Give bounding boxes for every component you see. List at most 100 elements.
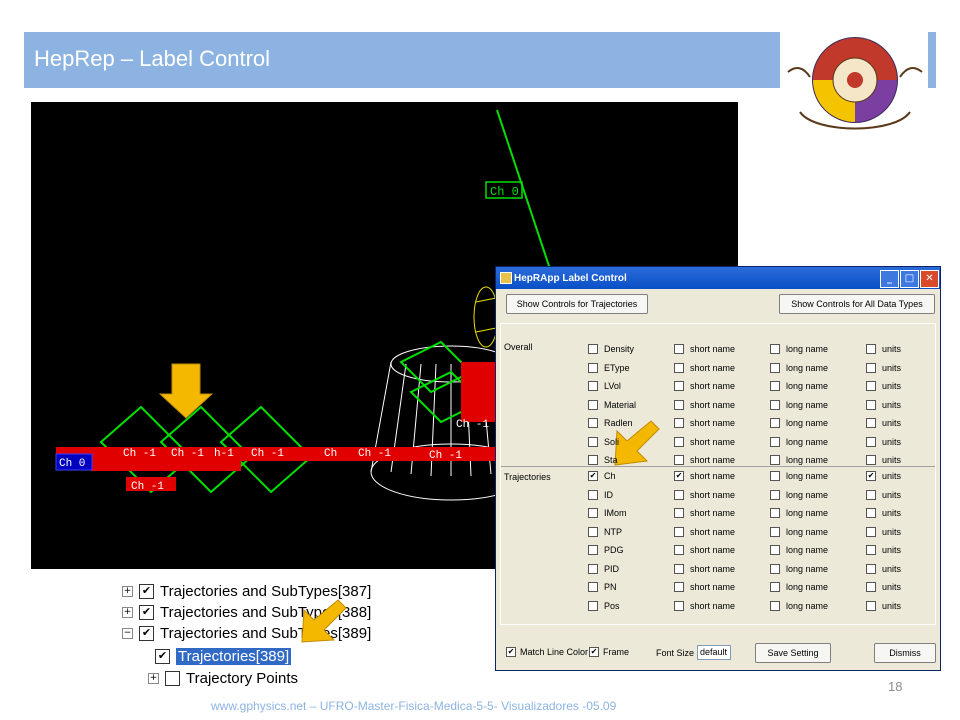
checkbox[interactable] [588,600,598,611]
label-format-option[interactable]: long name [770,545,828,555]
tree-row-label[interactable]: Trajectories[389] [176,648,292,665]
attribute-option[interactable]: EType [588,362,630,373]
save-setting-button[interactable]: Save Setting [755,643,831,663]
checkbox[interactable]: ✔ [866,471,876,481]
label-format-option[interactable]: long name [770,455,828,465]
checkbox[interactable] [588,344,598,354]
label-format-option[interactable]: short name [674,399,735,410]
label-format-option[interactable]: long name [770,563,828,574]
checkbox[interactable] [588,436,598,447]
checkbox[interactable] [866,455,876,465]
label-format-option[interactable]: short name [674,600,735,611]
checkbox[interactable] [674,418,684,428]
checkbox[interactable] [165,671,180,686]
checkbox[interactable] [674,600,684,611]
checkbox[interactable] [866,508,876,518]
label-format-option[interactable]: long name [770,600,828,611]
checkbox[interactable]: ✔ [506,647,516,657]
expand-icon[interactable]: + [148,673,159,684]
checkbox[interactable] [770,418,780,428]
label-format-option[interactable]: units [866,508,901,518]
show-all-controls-button[interactable]: Show Controls for All Data Types [779,294,935,314]
label-format-option[interactable]: short name [674,545,735,555]
checkbox[interactable]: ✔ [139,605,154,620]
checkbox[interactable] [866,600,876,611]
attribute-option[interactable]: Density [588,344,634,354]
label-format-option[interactable]: long name [770,526,828,537]
show-traj-controls-button[interactable]: Show Controls for Trajectories [506,294,648,314]
label-format-option[interactable]: short name [674,381,735,391]
checkbox[interactable]: ✔ [139,626,154,641]
label-format-option[interactable]: units [866,489,901,500]
checkbox[interactable] [588,563,598,574]
checkbox[interactable] [770,582,780,592]
checkbox[interactable] [866,489,876,500]
label-format-option[interactable]: ✔ units [866,471,901,481]
checkbox[interactable] [770,508,780,518]
label-format-option[interactable]: long name [770,344,828,354]
attribute-option[interactable]: IMom [588,508,627,518]
checkbox[interactable] [588,508,598,518]
checkbox[interactable]: ✔ [139,584,154,599]
attribute-option[interactable]: PDG [588,545,624,555]
label-format-option[interactable]: short name [674,418,735,428]
font-size-input[interactable]: default [697,645,731,660]
label-format-option[interactable]: units [866,582,901,592]
checkbox[interactable] [674,582,684,592]
label-format-option[interactable]: short name [674,526,735,537]
checkbox[interactable] [770,381,780,391]
label-format-option[interactable]: units [866,436,901,447]
expand-icon[interactable]: + [122,586,133,597]
attribute-option[interactable]: Material [588,399,636,410]
checkbox[interactable] [674,489,684,500]
dialog-title-bar[interactable]: HepRApp Label Control _ □ ✕ [496,267,940,289]
label-format-option[interactable]: short name [674,344,735,354]
attribute-option[interactable]: PN [588,582,617,592]
checkbox[interactable]: ✔ [674,471,684,481]
checkbox[interactable] [674,563,684,574]
checkbox[interactable] [866,563,876,574]
label-format-option[interactable]: long name [770,508,828,518]
label-format-option[interactable]: units [866,526,901,537]
checkbox[interactable] [674,399,684,410]
tree-row-label[interactable]: Trajectory Points [186,670,298,687]
checkbox[interactable] [866,582,876,592]
attribute-option[interactable]: NTP [588,526,622,537]
checkbox[interactable] [674,436,684,447]
label-format-option[interactable]: short name [674,582,735,592]
label-format-option[interactable]: long name [770,471,828,481]
checkbox[interactable] [770,563,780,574]
checkbox[interactable] [770,455,780,465]
frame-option[interactable]: ✔ Frame [589,647,629,657]
checkbox[interactable] [674,526,684,537]
tree-row-selected[interactable]: ✔ Trajectories[389] [155,646,292,667]
attribute-option[interactable]: Pos [588,600,620,611]
label-format-option[interactable]: long name [770,381,828,391]
checkbox[interactable] [866,344,876,354]
checkbox[interactable] [866,436,876,447]
checkbox[interactable]: ✔ [155,649,170,664]
checkbox[interactable] [588,362,598,373]
checkbox[interactable] [770,471,780,481]
checkbox[interactable] [770,489,780,500]
label-format-option[interactable]: short name [674,563,735,574]
attribute-option[interactable]: ✔ Ch [588,471,616,481]
checkbox[interactable] [588,399,598,410]
attribute-option[interactable]: Radlen [588,418,633,428]
match-line-color-option[interactable]: ✔ Match Line Color [506,647,588,657]
checkbox[interactable] [588,526,598,537]
label-format-option[interactable]: short name [674,362,735,373]
checkbox[interactable] [866,399,876,410]
label-format-option[interactable]: short name [674,455,735,465]
checkbox[interactable] [588,582,598,592]
collapse-icon[interactable]: − [122,628,133,639]
checkbox[interactable] [674,508,684,518]
checkbox[interactable] [674,455,684,465]
label-format-option[interactable]: long name [770,489,828,500]
label-format-option[interactable]: units [866,399,901,410]
label-format-option[interactable]: units [866,344,901,354]
maximize-button[interactable]: □ [900,270,919,288]
attribute-option[interactable]: Sta [588,455,618,465]
checkbox[interactable]: ✔ [589,647,599,657]
label-format-option[interactable]: units [866,418,901,428]
